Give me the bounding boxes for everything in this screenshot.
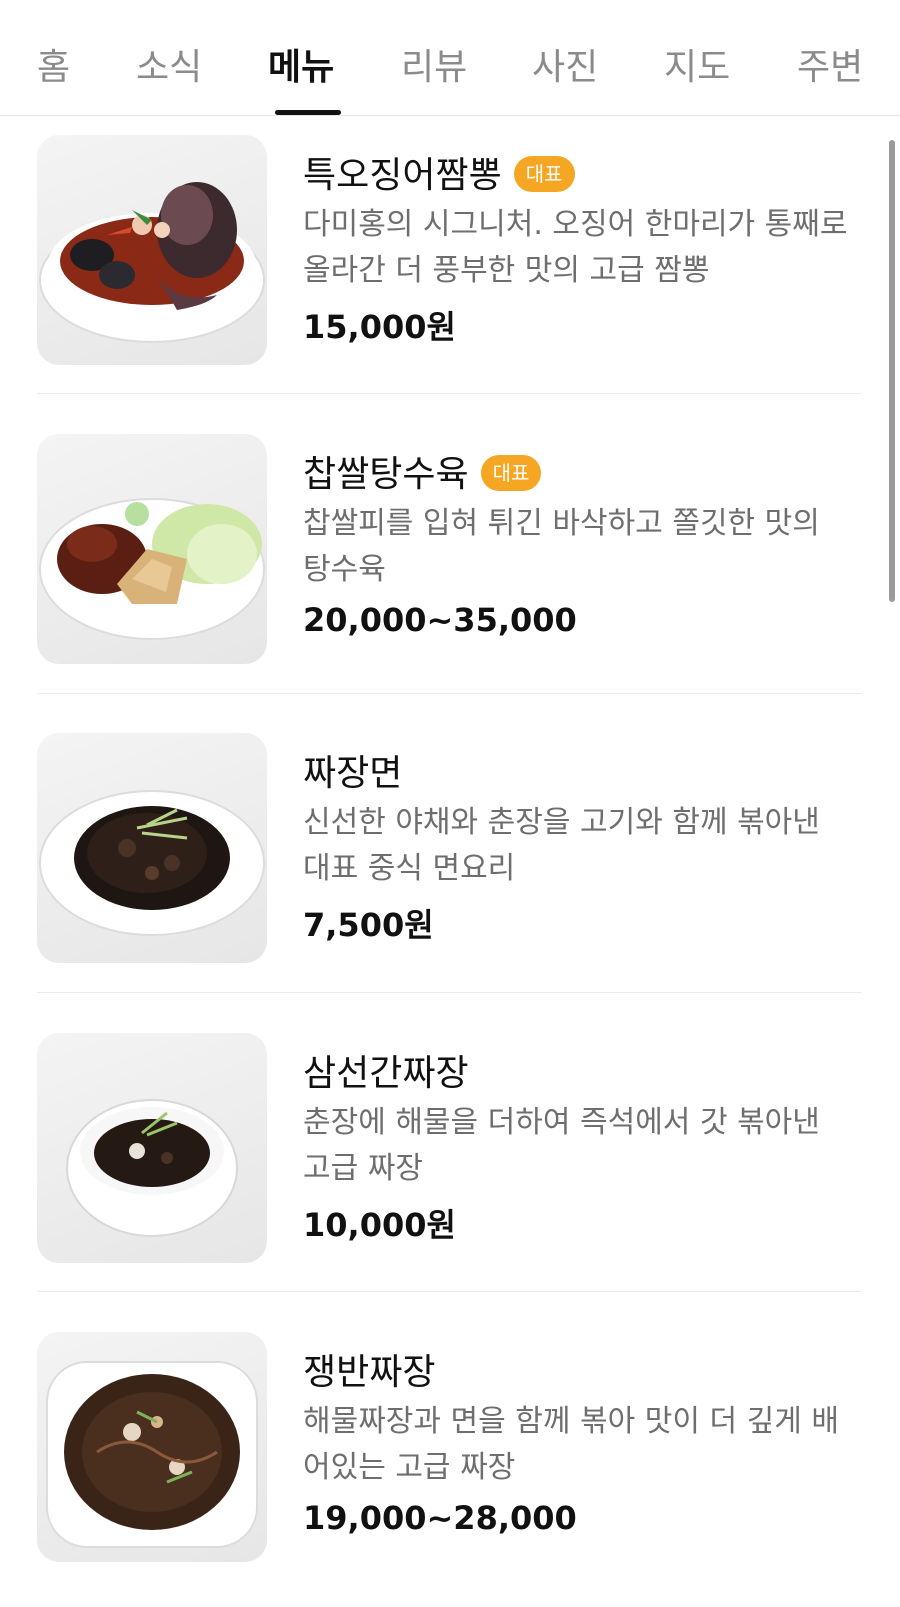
signature-badge: 대표 [480, 455, 542, 491]
menu-item-description: 찹쌀피를 입혀 튀긴 바삭하고 쫄깃한 맛의 탕수육 [303, 506, 820, 587]
menu-item[interactable]: 쟁반짜장 해물짜장과 면을 함께 볶아 맛이 더 깊게 배어있는 고급 짜장 1… [37, 1313, 862, 1562]
divider [37, 992, 862, 993]
menu-item-price: 15,000원 [303, 308, 456, 346]
divider [37, 693, 862, 694]
menu-item-name: 찹쌀탕수육 대표 [303, 445, 542, 497]
signature-badge: 대표 [513, 156, 575, 192]
menu-item-price: 7,500원 [303, 906, 434, 944]
menu-item[interactable]: 특오징어짬뽕 대표 다미홍의 시그니처. 오징어 한마리가 통째로 올라간 더 풍… [37, 116, 862, 365]
squid-jjamppong-photo [37, 135, 267, 365]
tab-photos[interactable]: 사진 [532, 38, 598, 90]
scrollbar[interactable] [889, 140, 895, 602]
menu-item-description: 춘장에 해물을 더하여 즉석에서 갓 볶아낸 고급 짜장 [303, 1105, 820, 1186]
menu-item-price: 19,000~28,000 [303, 1499, 577, 1537]
menu-item-name: 삼선간짜장 [303, 1053, 469, 1094]
menu-item-name: 쟁반짜장 [303, 1352, 436, 1393]
jajangmyeon-photo [37, 733, 267, 963]
menu-item-name: 짜장면 [303, 753, 403, 794]
divider [37, 393, 862, 394]
tab-map[interactable]: 지도 [664, 38, 730, 90]
tab-news[interactable]: 소식 [136, 38, 202, 90]
divider [37, 1291, 862, 1292]
menu-item-description: 신선한 야채와 춘장을 고기와 함께 볶아낸 대표 중식 면요리 [303, 805, 820, 886]
tab-home[interactable]: 홈 [37, 38, 70, 90]
active-tab-indicator [275, 110, 341, 115]
menu-item-price: 10,000원 [303, 1206, 456, 1244]
menu-item[interactable]: 찹쌀탕수육 대표 찹쌀피를 입혀 튀긴 바삭하고 쫄깃한 맛의 탕수육 20,00… [37, 415, 862, 664]
menu-item[interactable]: 짜장면 신선한 야채와 춘장을 고기와 함께 볶아낸 대표 중식 면요리 7,5… [37, 714, 862, 963]
tab-nearby[interactable]: 주변 [797, 38, 863, 90]
menu-item-name: 특오징어짬뽕 대표 [303, 146, 575, 198]
tab-menu[interactable]: 메뉴 [268, 38, 334, 90]
menu-item-price: 20,000~35,000 [303, 601, 577, 639]
tab-reviews[interactable]: 리뷰 [401, 38, 467, 90]
seafood-ganjjajang-photo [37, 1033, 267, 1263]
tab-bar: 홈 소식 메뉴 리뷰 사진 지도 주변 [0, 0, 900, 116]
menu-item-description: 해물짜장과 면을 함께 볶아 맛이 더 깊게 배어있는 고급 짜장 [303, 1404, 839, 1485]
menu-item[interactable]: 삼선간짜장 춘장에 해물을 더하여 즉석에서 갓 볶아낸 고급 짜장 10,00… [37, 1014, 862, 1263]
sweet-sour-pork-photo [37, 434, 267, 664]
menu-item-description: 다미홍의 시그니처. 오징어 한마리가 통째로 올라간 더 풍부한 맛의 고급 … [303, 207, 848, 288]
tray-jjajang-photo [37, 1332, 267, 1562]
